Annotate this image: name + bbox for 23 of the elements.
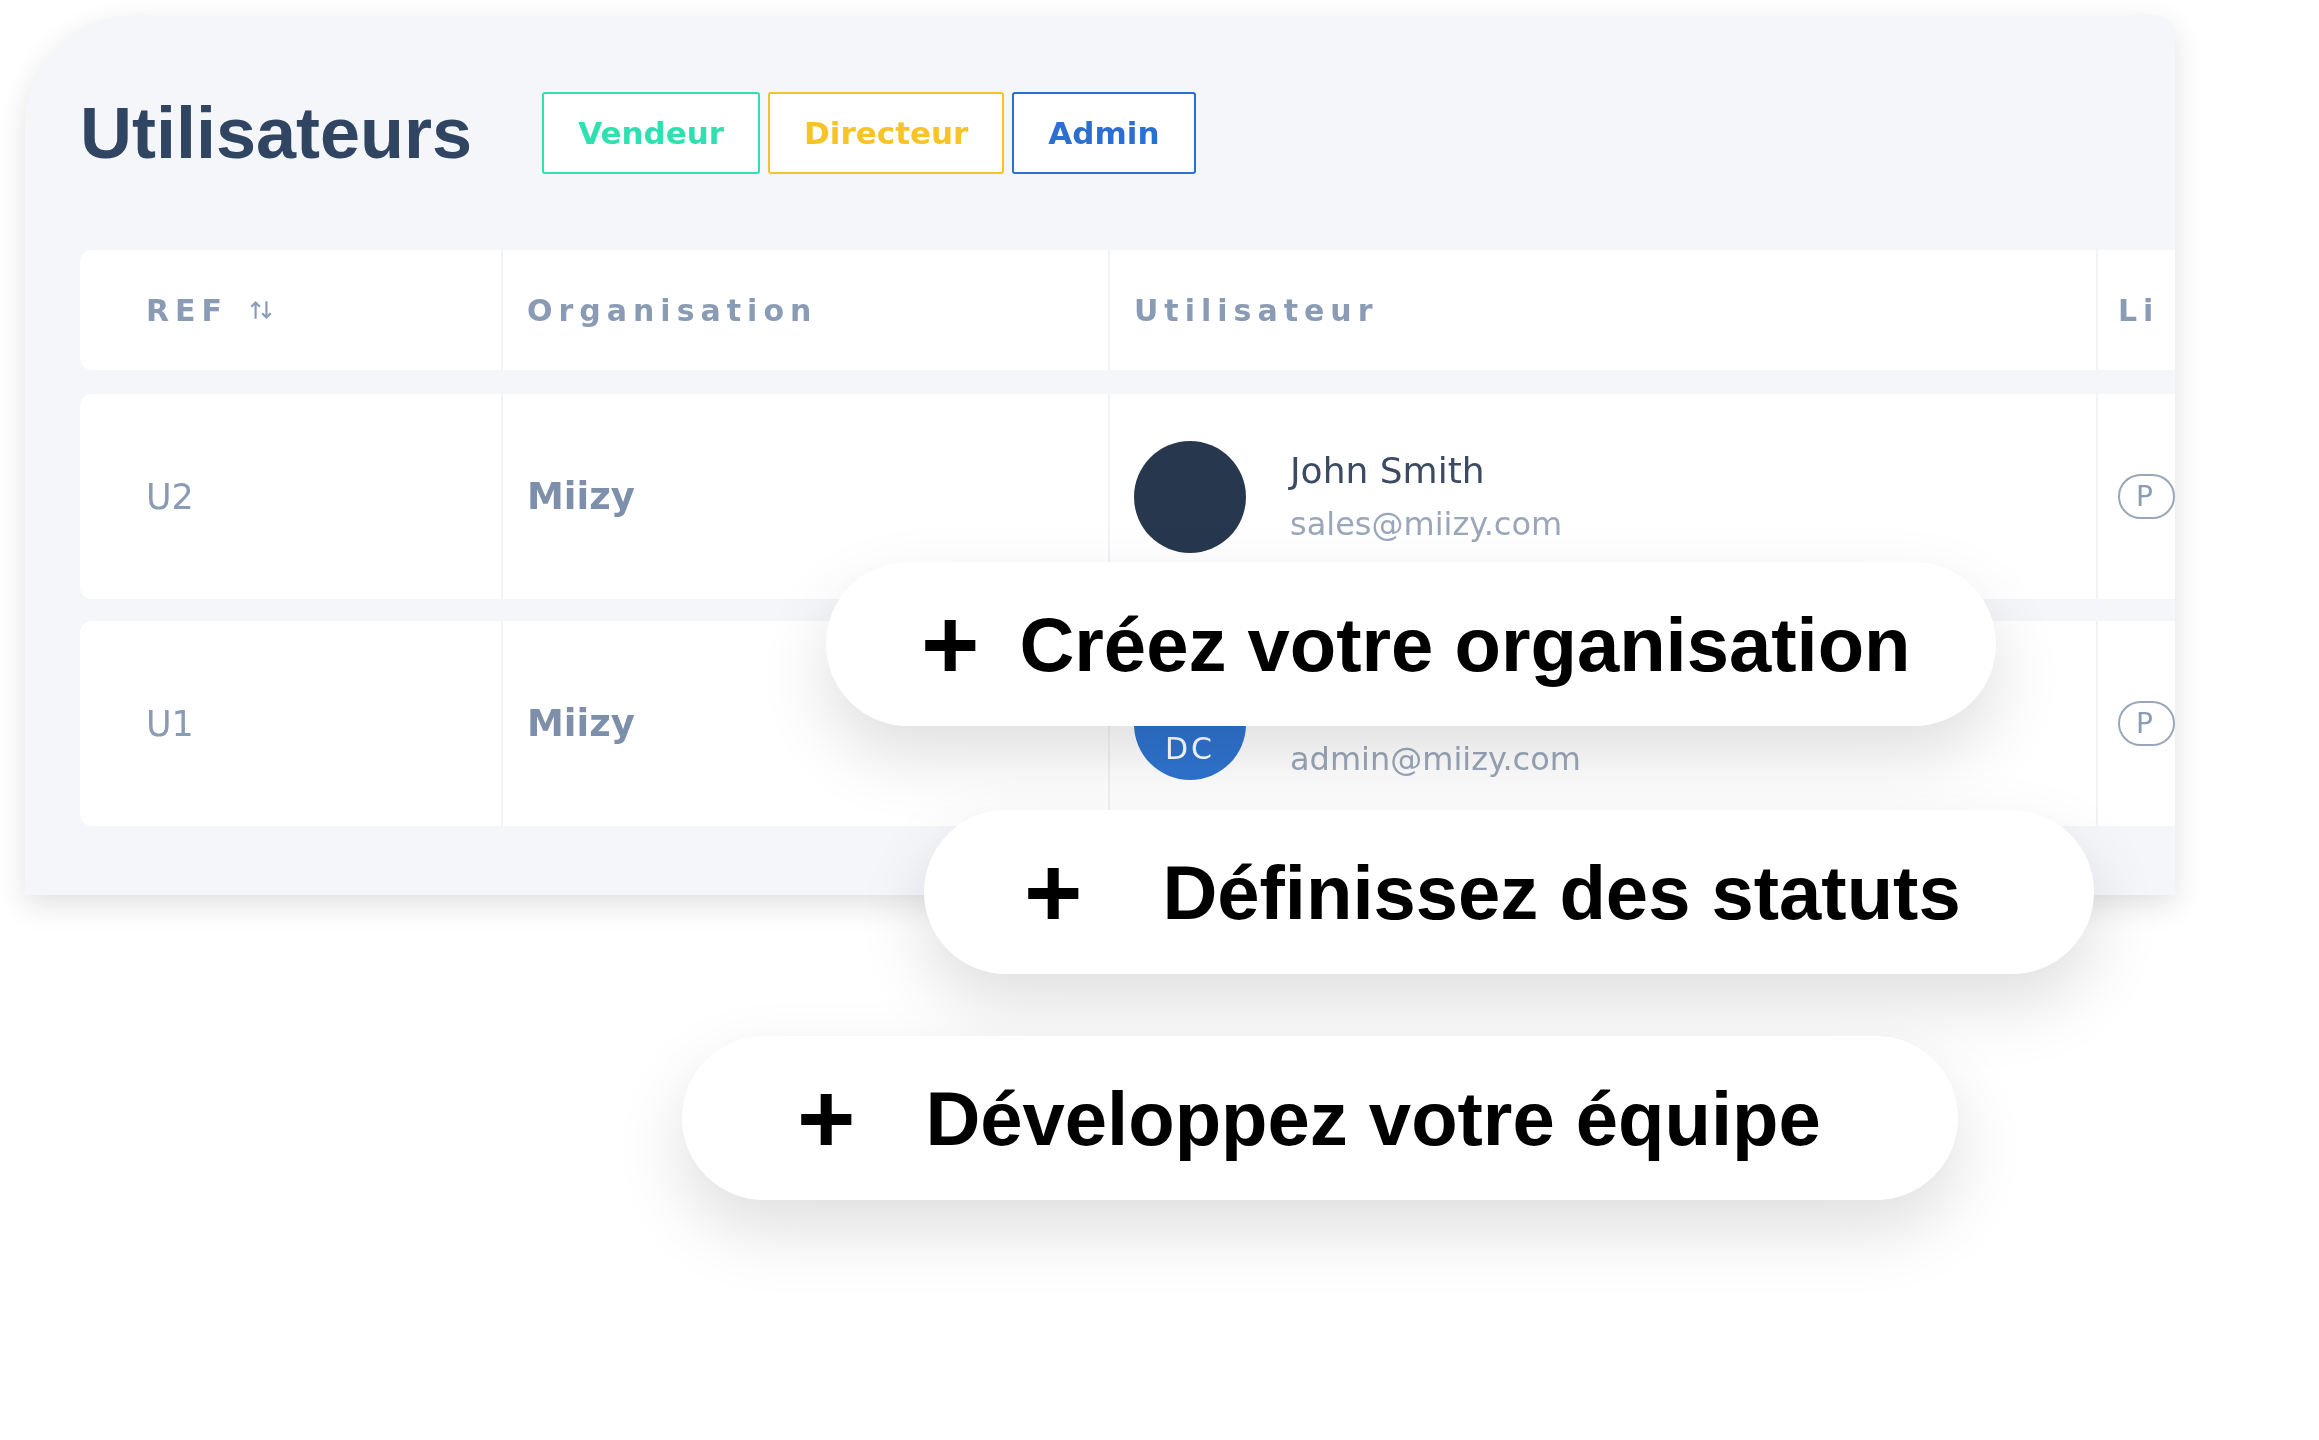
column-header[interactable]: Organisation: [503, 250, 1110, 370]
column-header[interactable]: REF: [80, 250, 503, 370]
feature-callout: + Définissez des statuts: [924, 810, 2094, 974]
role-filter-tag[interactable]: Directeur: [768, 91, 1005, 174]
organisation-cell: Miizy: [527, 702, 635, 745]
column-header[interactable]: Li: [2098, 250, 2175, 370]
role-filter-tag[interactable]: Admin: [1012, 91, 1196, 174]
licence-badge: P: [2118, 474, 2175, 519]
plus-icon: +: [797, 1068, 856, 1168]
user-email: admin@miizy.com: [1290, 739, 1581, 778]
plus-icon: +: [921, 594, 980, 694]
licence-badge: P: [2118, 701, 2175, 746]
ref-cell: U1: [146, 703, 194, 744]
organisation-cell: Miizy: [527, 475, 635, 518]
feature-callout: + Créez votre organisation: [826, 562, 1996, 726]
user-name: John Smith: [1290, 450, 1486, 491]
user-email: sales@miizy.com: [1290, 505, 1563, 543]
plus-icon: +: [1024, 842, 1083, 942]
feature-callout: + Développez votre équipe: [682, 1036, 1958, 1200]
column-header[interactable]: Utilisateur: [1110, 250, 2098, 370]
page-title: Utilisateurs: [80, 91, 473, 174]
role-filter-tag[interactable]: Vendeur: [542, 91, 761, 174]
ref-cell: U2: [146, 476, 194, 517]
